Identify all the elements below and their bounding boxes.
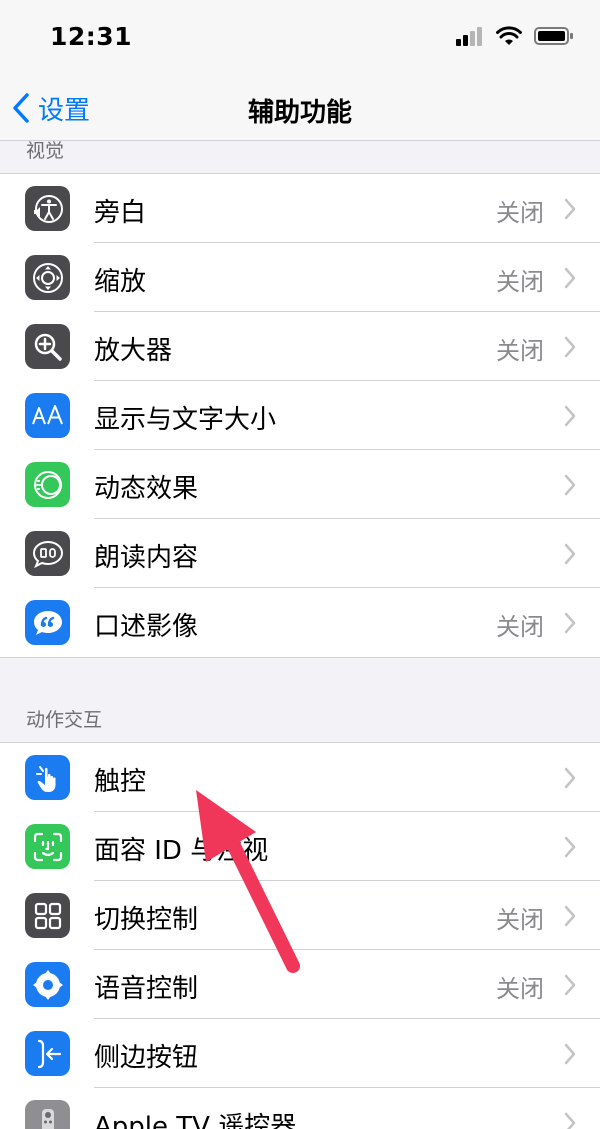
side-button-icon (25, 1031, 70, 1076)
row-label: 切换控制 (94, 905, 199, 935)
row-audio-descriptions[interactable]: 口述影像 关闭 (0, 588, 600, 657)
row-label: 朗读内容 (94, 543, 199, 573)
apple-tv-remote-icon (25, 1100, 70, 1129)
zoom-icon (25, 255, 70, 300)
row-value: 关闭 (496, 613, 544, 641)
row-voice-control[interactable]: 语音控制 关闭 (0, 950, 600, 1019)
row-value: 关闭 (496, 337, 544, 365)
wifi-icon (496, 26, 522, 45)
chevron-right-icon (564, 836, 576, 858)
row-apple-tv-remote[interactable]: Apple TV 遥控器 (0, 1088, 600, 1129)
chevron-right-icon (564, 974, 576, 996)
row-value: 关闭 (496, 199, 544, 227)
row-side-button[interactable]: 侧边按钮 (0, 1019, 600, 1088)
row-touch[interactable]: 触控 (0, 743, 600, 812)
settings-list: 视觉 旁白 关闭 缩放 关闭 放大器 关闭 显示与文字大小 动态效果 朗读内容 … (0, 141, 600, 1129)
row-label: 动态效果 (94, 474, 199, 504)
row-value: 关闭 (496, 268, 544, 296)
accessibility-screen: 12:31 设置 辅助功能 视觉 旁白 关闭 缩放 关闭 放大器 关闭 显示与文… (0, 0, 600, 1129)
chevron-right-icon (564, 767, 576, 789)
row-label: 旁白 (94, 198, 147, 228)
row-label: 侧边按钮 (94, 1043, 199, 1073)
row-value: 关闭 (496, 906, 544, 934)
row-label: 缩放 (94, 267, 147, 297)
row-label: 放大器 (94, 336, 173, 366)
text-size-icon (25, 393, 70, 438)
row-label: 显示与文字大小 (94, 405, 277, 435)
chevron-right-icon (564, 474, 576, 496)
row-motion[interactable]: 动态效果 (0, 450, 600, 519)
audio-description-icon (25, 600, 70, 645)
row-display-text-size[interactable]: 显示与文字大小 (0, 381, 600, 450)
voiceover-icon (25, 186, 70, 231)
spoken-content-icon (25, 531, 70, 576)
row-label: 口述影像 (94, 612, 199, 642)
section-header-interaction: 动作交互 (26, 709, 103, 731)
touch-icon (25, 755, 70, 800)
status-time: 12:31 (50, 22, 133, 51)
row-zoom[interactable]: 缩放 关闭 (0, 243, 600, 312)
vision-group: 旁白 关闭 缩放 关闭 放大器 关闭 显示与文字大小 动态效果 朗读内容 口述影… (0, 173, 600, 658)
status-bar: 12:31 (0, 0, 600, 76)
motion-icon (25, 462, 70, 507)
row-label: 面容 ID 与注视 (94, 836, 269, 866)
battery-icon (534, 27, 573, 45)
status-icons (456, 26, 574, 46)
chevron-right-icon (564, 612, 576, 634)
row-voiceover[interactable]: 旁白 关闭 (0, 174, 600, 243)
chevron-right-icon (564, 336, 576, 358)
row-face-id-attention[interactable]: 面容 ID 与注视 (0, 812, 600, 881)
row-switch-control[interactable]: 切换控制 关闭 (0, 881, 600, 950)
chevron-right-icon (564, 198, 576, 220)
cellular-signal-icon (456, 27, 482, 46)
interaction-group: 触控 面容 ID 与注视 切换控制 关闭 语音控制 关闭 侧边按钮 Apple … (0, 742, 600, 1129)
voice-control-icon (25, 962, 70, 1007)
chevron-right-icon (564, 905, 576, 927)
row-label: Apple TV 遥控器 (94, 1112, 297, 1129)
row-value: 关闭 (496, 975, 544, 1003)
navigation-bar: 设置 辅助功能 (0, 76, 600, 141)
chevron-right-icon (564, 543, 576, 565)
chevron-right-icon (564, 405, 576, 427)
chevron-right-icon (564, 1043, 576, 1065)
row-label: 语音控制 (94, 974, 199, 1004)
row-label: 触控 (94, 767, 147, 797)
page-title: 辅助功能 (247, 98, 352, 128)
chevron-right-icon (564, 1112, 576, 1129)
switch-control-icon (25, 893, 70, 938)
row-spoken-content[interactable]: 朗读内容 (0, 519, 600, 588)
chevron-right-icon (564, 267, 576, 289)
section-header-vision: 视觉 (26, 140, 65, 162)
magnifier-icon (25, 324, 70, 369)
row-magnifier[interactable]: 放大器 关闭 (0, 312, 600, 381)
face-id-icon (25, 824, 70, 869)
